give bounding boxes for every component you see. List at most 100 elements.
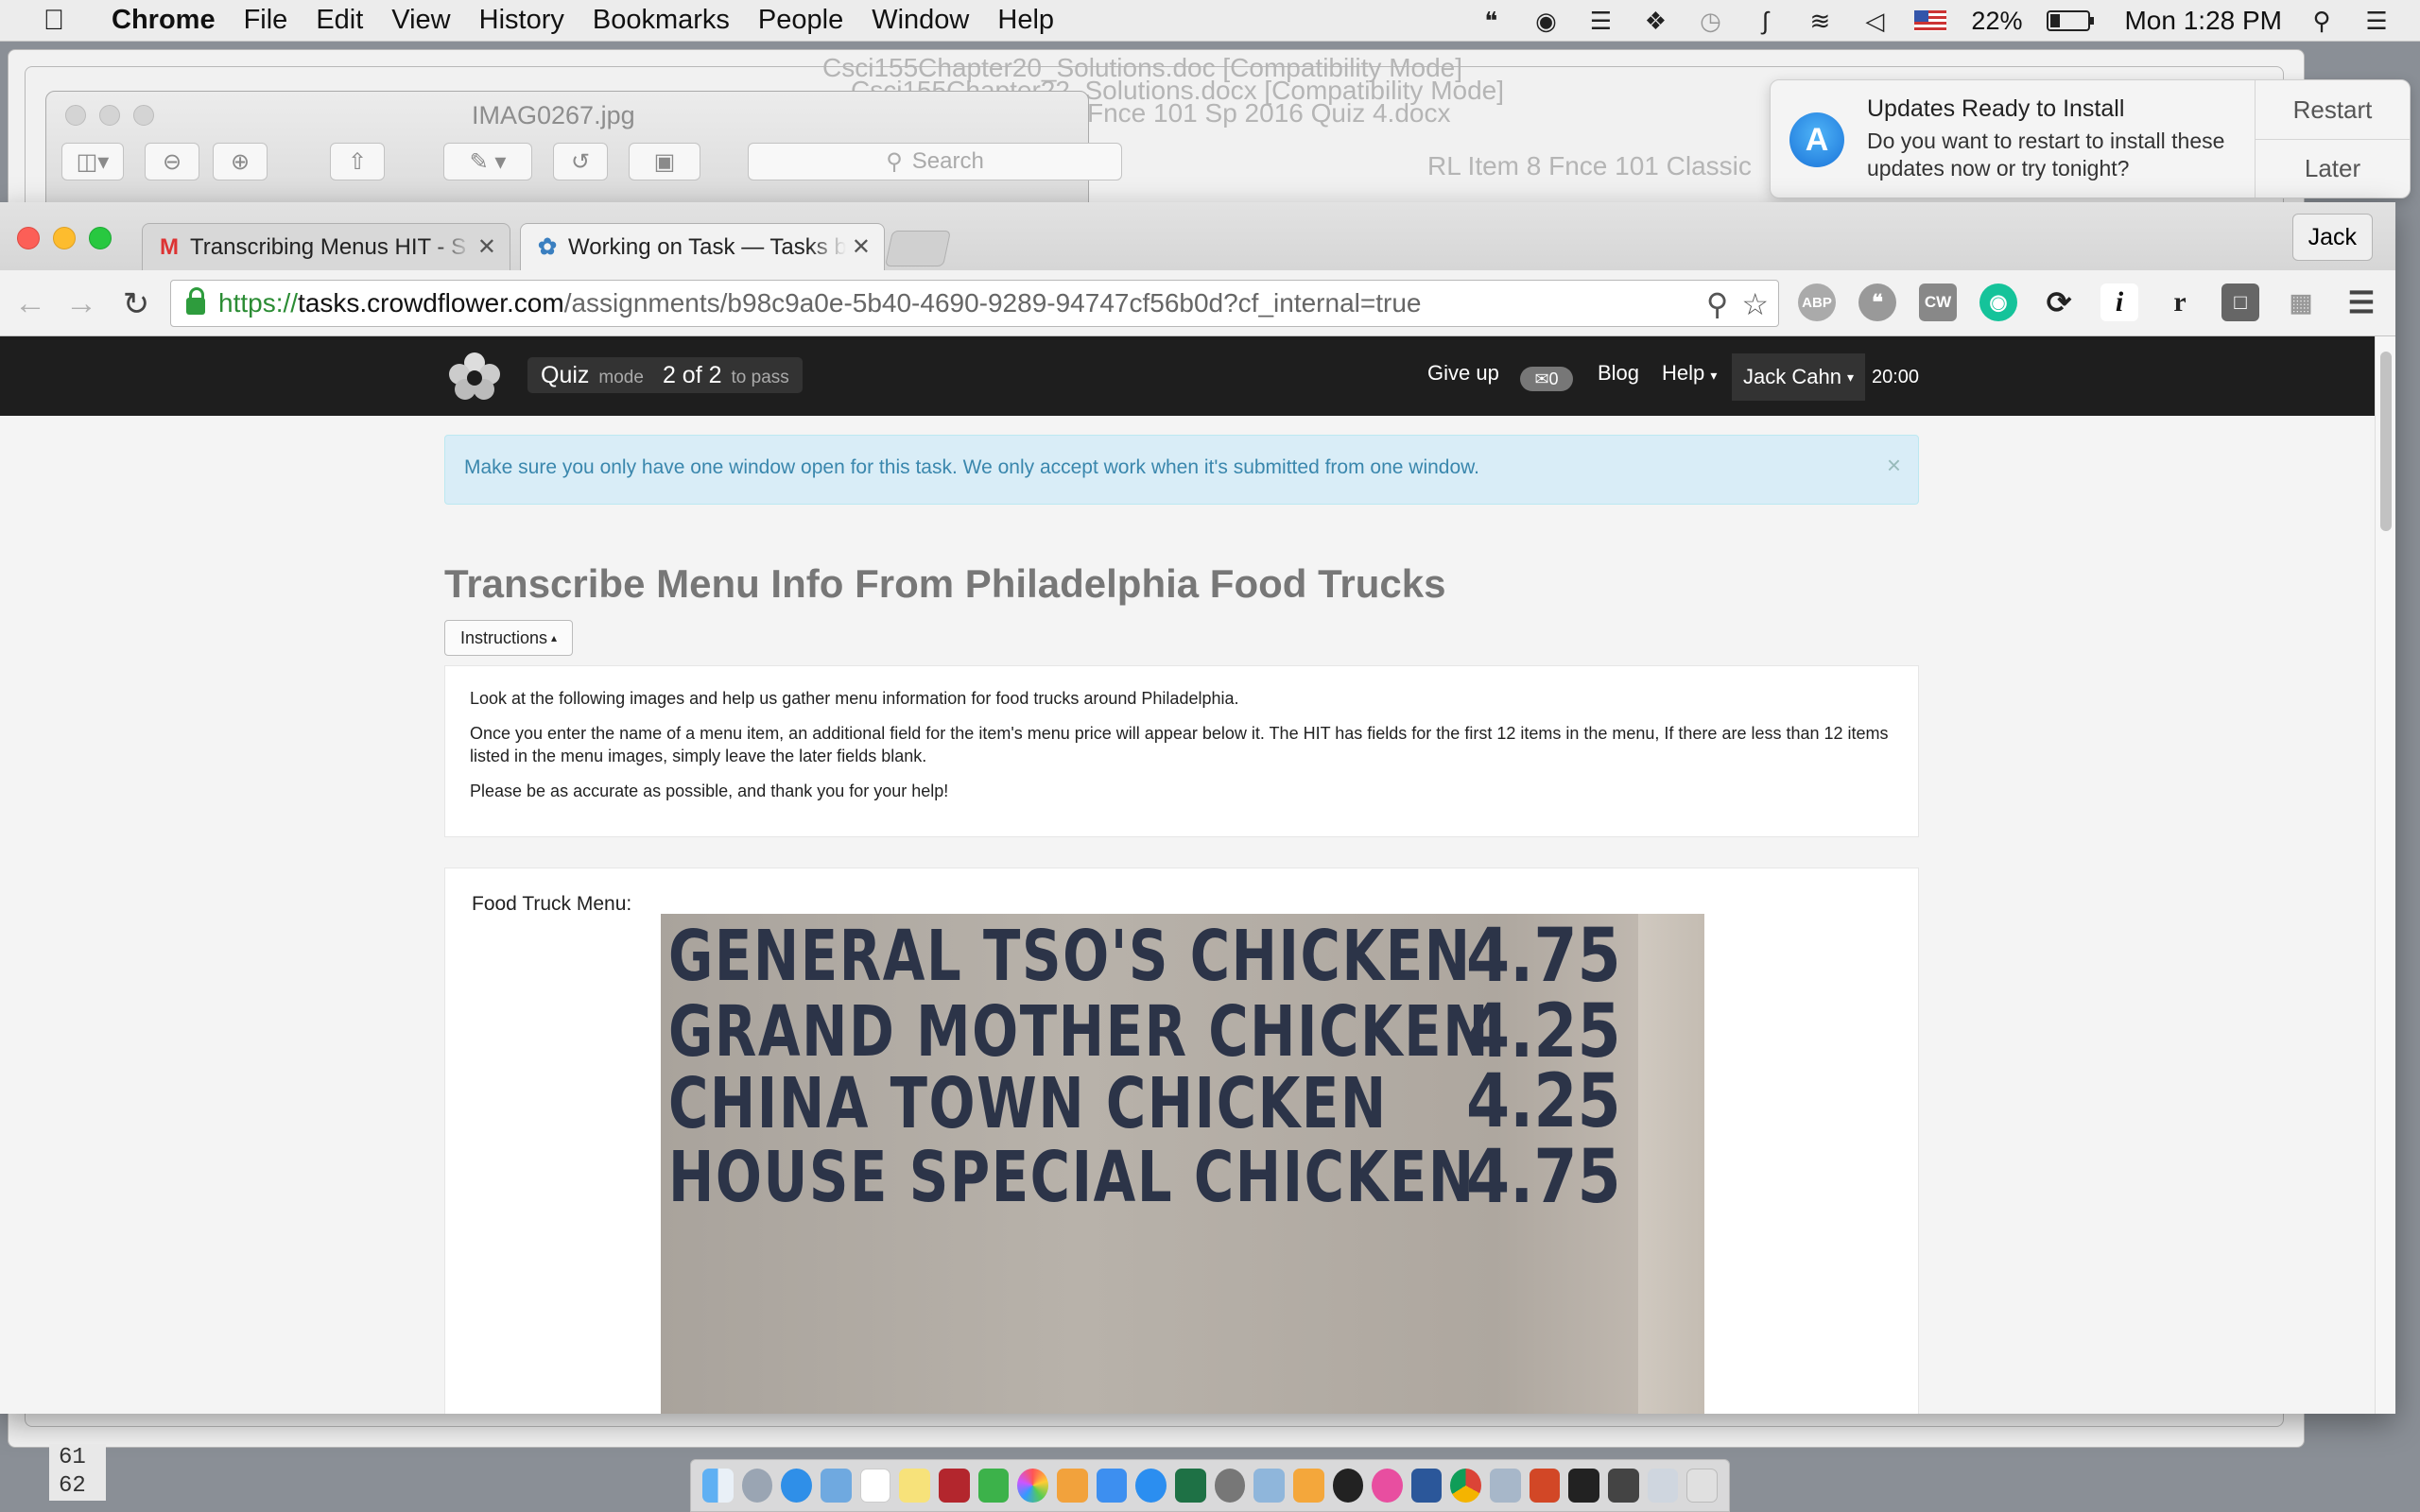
evernote-extension-icon[interactable]: □ — [2221, 284, 2259, 321]
menu-app-chrome[interactable]: Chrome — [112, 5, 216, 36]
battery-icon[interactable] — [2047, 10, 2095, 31]
tab-working-on-task[interactable]: ✿ Working on Task — Tasks b ✕ — [520, 223, 885, 270]
menu-help[interactable]: Help — [997, 5, 1054, 36]
safari-icon[interactable] — [781, 1469, 812, 1503]
user-menu[interactable]: Jack Cahn ▾ — [1732, 353, 1865, 401]
zoom-icon[interactable] — [133, 105, 154, 126]
photo-booth-icon[interactable] — [938, 1469, 970, 1503]
later-button[interactable]: Later — [2256, 139, 2410, 198]
ibooks-icon[interactable] — [1292, 1469, 1324, 1503]
downloads-icon[interactable] — [1647, 1469, 1679, 1503]
time-machine-icon[interactable]: ◷ — [1695, 7, 1725, 35]
forward-icon[interactable]: → — [62, 285, 100, 322]
zoom-icon[interactable] — [89, 227, 112, 249]
zoom-out-icon[interactable]: ⊖ — [145, 143, 199, 180]
wifi-icon[interactable]: ≋ — [1805, 7, 1835, 35]
crowdflower-logo-icon[interactable] — [444, 350, 505, 401]
r-extension-icon[interactable]: r — [2161, 284, 2199, 321]
bluetooth-icon[interactable]: ∫ — [1750, 7, 1780, 35]
toolbox-icon[interactable]: ▣ — [629, 143, 700, 180]
grammarly-extension-icon[interactable]: ◉ — [1979, 284, 2017, 321]
new-tab-button[interactable] — [884, 231, 952, 266]
terminal-icon[interactable] — [1568, 1469, 1600, 1503]
help-menu[interactable]: Help ▾ — [1662, 361, 1717, 386]
close-icon[interactable] — [17, 227, 40, 249]
minimize-icon[interactable] — [53, 227, 76, 249]
restart-button[interactable]: Restart — [2256, 80, 2410, 139]
calendar-icon[interactable] — [859, 1469, 891, 1503]
chrome-dock-icon[interactable] — [1450, 1469, 1482, 1503]
finder-icon[interactable] — [702, 1469, 734, 1503]
facetime-icon[interactable] — [977, 1469, 1010, 1503]
notes-icon[interactable] — [899, 1469, 930, 1503]
menu-history[interactable]: History — [479, 5, 564, 36]
dvd-player-icon[interactable] — [1332, 1469, 1364, 1503]
address-bar[interactable]: https://tasks.crowdflower.com/assignment… — [170, 280, 1779, 327]
blog-link[interactable]: Blog — [1598, 361, 1639, 386]
menubar-clock[interactable]: Mon 1:28 PM — [2124, 6, 2282, 36]
markup-icon[interactable]: ✎ ▾ — [443, 143, 532, 180]
zoom-in-icon[interactable]: ⊕ — [213, 143, 268, 180]
chrome-menu-icon[interactable]: ☰ — [2342, 284, 2380, 321]
sync-extension-icon[interactable]: ⟳ — [2040, 284, 2078, 321]
mail-app-icon[interactable] — [820, 1469, 852, 1503]
menu-view[interactable]: View — [391, 5, 450, 36]
tab-close-icon[interactable]: ✕ — [852, 233, 871, 261]
powerpoint-icon[interactable] — [1529, 1469, 1561, 1503]
layers-icon[interactable]: ☰ — [1585, 7, 1616, 35]
quote-extension-icon[interactable]: ❝ — [1858, 284, 1896, 321]
menu-people[interactable]: People — [758, 5, 843, 36]
notification-center-icon[interactable]: ☰ — [2361, 7, 2392, 35]
profile-button[interactable]: Jack — [2291, 214, 2373, 261]
keynote-icon[interactable] — [1096, 1469, 1128, 1503]
back-icon[interactable]: ← — [11, 285, 49, 322]
disk-utility-icon[interactable] — [1214, 1469, 1246, 1503]
word-icon[interactable] — [1410, 1469, 1443, 1503]
grammarly-icon[interactable]: ◉ — [1530, 7, 1561, 35]
close-icon[interactable] — [65, 105, 86, 126]
search-icon[interactable]: ⚲ — [1706, 286, 1728, 322]
console-icon[interactable] — [1608, 1469, 1639, 1503]
pages-icon[interactable] — [1056, 1469, 1088, 1503]
help-label: Help — [1662, 361, 1705, 385]
reader-extension-icon[interactable]: ▦ — [2282, 284, 2320, 321]
menu-edit[interactable]: Edit — [316, 5, 363, 36]
photos-icon[interactable] — [1017, 1469, 1048, 1503]
tab-transcribing-menus[interactable]: M Transcribing Menus HIT - S ✕ — [142, 223, 510, 270]
preview-app-icon[interactable] — [1253, 1469, 1285, 1503]
apple-icon[interactable]:  — [28, 5, 79, 37]
info-extension-icon[interactable]: i — [2100, 284, 2138, 321]
share-icon[interactable]: ⇧ — [330, 143, 385, 180]
menu-window[interactable]: Window — [872, 5, 969, 36]
volume-icon[interactable]: ◁ — [1859, 7, 1890, 35]
reload-icon[interactable]: ↻ — [117, 285, 155, 323]
photo-slideshow-icon[interactable] — [1490, 1469, 1521, 1503]
scrollbar-thumb[interactable] — [2380, 352, 2392, 531]
preview-search-input[interactable]: ⚲ Search — [748, 143, 1122, 180]
launchpad-icon[interactable] — [741, 1469, 773, 1503]
menu-file[interactable]: File — [244, 5, 288, 36]
battery-percent[interactable]: 22% — [1971, 7, 2022, 36]
minimize-icon[interactable] — [99, 105, 120, 126]
menu-bookmarks[interactable]: Bookmarks — [593, 5, 730, 36]
tab-close-icon[interactable]: ✕ — [477, 233, 496, 261]
excel-icon[interactable] — [1174, 1469, 1206, 1503]
mail-badge[interactable]: ✉ 0 — [1520, 367, 1573, 391]
adblock-icon[interactable]: ABP — [1798, 284, 1836, 321]
trash-icon[interactable] — [1686, 1469, 1719, 1503]
cw-extension-icon[interactable]: CW — [1919, 284, 1957, 321]
bookmark-star-icon[interactable]: ☆ — [1741, 286, 1769, 322]
close-icon[interactable]: × — [1887, 451, 1901, 480]
rotate-icon[interactable]: ↺ — [553, 143, 608, 180]
sidebar-toggle-icon[interactable]: ◫▾ — [61, 143, 124, 180]
itunes-icon[interactable] — [1372, 1469, 1403, 1503]
spotlight-icon[interactable]: ⚲ — [2307, 7, 2337, 35]
quote-icon[interactable]: ❝ — [1476, 7, 1506, 35]
instructions-button[interactable]: Instructions ▴ — [444, 620, 574, 656]
page-scrollbar[interactable] — [2375, 336, 2395, 1414]
dropbox-icon[interactable]: ❖ — [1640, 7, 1670, 35]
background-row-numbers: 61 62 — [49, 1444, 106, 1501]
app-store-dock-icon[interactable] — [1135, 1469, 1167, 1503]
give-up-link[interactable]: Give up — [1427, 361, 1499, 386]
flag-us-icon[interactable] — [1914, 10, 1947, 31]
